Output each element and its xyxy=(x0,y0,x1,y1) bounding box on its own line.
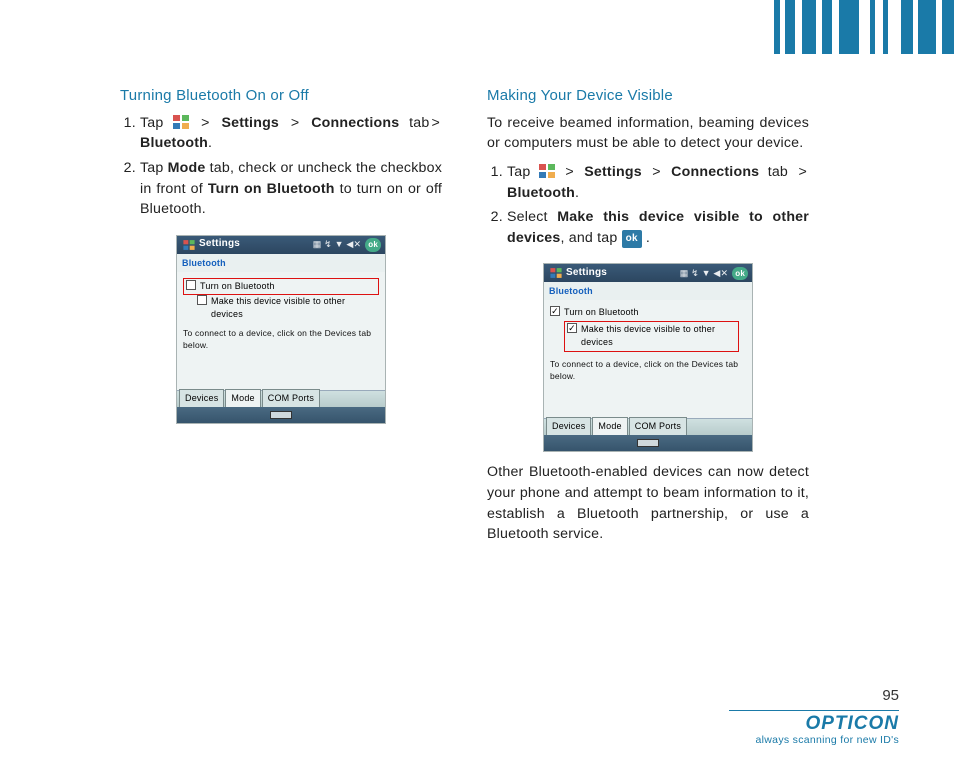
section-label: Bluetooth xyxy=(544,282,752,300)
windows-flag-icon xyxy=(173,115,189,129)
hint-text: To connect to a device, click on the Dev… xyxy=(550,358,746,383)
windows-flag-icon xyxy=(183,240,194,250)
brand-tagline: always scanning for new ID's xyxy=(729,734,899,746)
left-step-2: Tap Mode tab, check or uncheck the check… xyxy=(140,158,442,220)
status-icons: ▦ ↯ ▼ ◀✕ xyxy=(680,267,729,280)
tab-com-ports[interactable]: COM Ports xyxy=(629,417,687,435)
outro-paragraph: Other Bluetooth-enabled devices can now … xyxy=(487,462,809,544)
tab-devices[interactable]: Devices xyxy=(546,417,591,435)
checkbox-visible[interactable] xyxy=(197,295,207,305)
tab-mode[interactable]: Mode xyxy=(225,389,260,407)
sip-bar xyxy=(544,435,752,451)
sip-bar xyxy=(177,407,385,423)
status-icons: ▦ ↯ ▼ ◀✕ xyxy=(313,238,362,251)
hint-text: To connect to a device, click on the Dev… xyxy=(183,327,379,352)
brand-logo: OPTICON xyxy=(729,713,899,735)
intro-paragraph: To receive beamed information, beaming d… xyxy=(487,113,809,154)
heading-turning-bluetooth: Turning Bluetooth On or Off xyxy=(120,85,442,107)
brand-block: OPTICON always scanning for new ID's xyxy=(729,708,899,746)
windows-flag-icon xyxy=(550,268,561,278)
right-step-2: Select Make this device visible to other… xyxy=(507,207,809,248)
checkbox-visible[interactable]: ✓ xyxy=(567,323,577,333)
highlight-turn-on-bluetooth: Turn on Bluetooth xyxy=(183,278,379,295)
heading-making-visible: Making Your Device Visible xyxy=(487,85,809,107)
ok-badge-icon: ok xyxy=(622,230,642,249)
windows-flag-icon xyxy=(539,164,555,178)
tab-bar: Devices Mode COM Ports xyxy=(544,418,752,435)
tab-devices[interactable]: Devices xyxy=(179,389,224,407)
checkbox-turn-on-bluetooth[interactable]: ✓ xyxy=(550,306,560,316)
screenshot-bluetooth-visible: Settings ▦ ↯ ▼ ◀✕ ok Bluetooth ✓ Turn on… xyxy=(543,263,753,452)
left-column: Turning Bluetooth On or Off Tap > Settin… xyxy=(120,85,442,553)
left-step-1: Tap > Settings > Connections tab> Blueto… xyxy=(140,113,442,154)
checkbox-turn-on-bluetooth[interactable] xyxy=(186,280,196,290)
header-bars xyxy=(774,0,954,54)
tab-com-ports[interactable]: COM Ports xyxy=(262,389,320,407)
highlight-make-visible: ✓ Make this device visible to other devi… xyxy=(564,321,739,351)
section-label: Bluetooth xyxy=(177,254,385,272)
tab-bar: Devices Mode COM Ports xyxy=(177,390,385,407)
page-number: 95 xyxy=(882,687,899,704)
right-step-1: Tap > Settings > Connections tab > Bluet… xyxy=(507,162,809,203)
right-column: Making Your Device Visible To receive be… xyxy=(487,85,809,553)
window-title: Settings xyxy=(566,266,678,281)
tab-mode[interactable]: Mode xyxy=(592,417,627,435)
keyboard-icon[interactable] xyxy=(637,439,659,447)
screenshot-bluetooth-off: Settings ▦ ↯ ▼ ◀✕ ok Bluetooth Turn on B… xyxy=(176,235,386,424)
keyboard-icon[interactable] xyxy=(270,411,292,419)
ok-button[interactable]: ok xyxy=(365,238,381,252)
ok-button[interactable]: ok xyxy=(732,267,748,281)
window-title: Settings xyxy=(199,237,311,252)
